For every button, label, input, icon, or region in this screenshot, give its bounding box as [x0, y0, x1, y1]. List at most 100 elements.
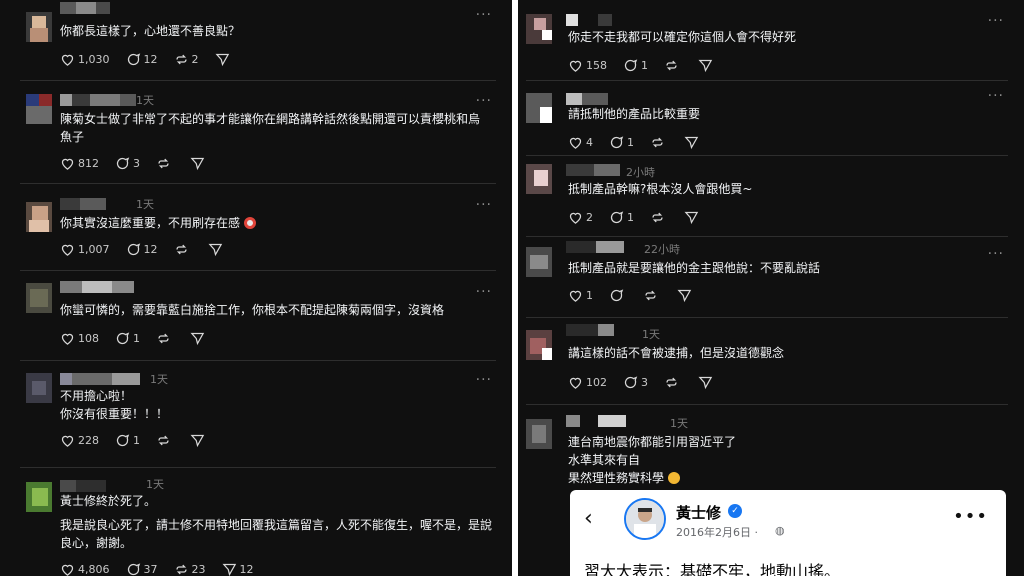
comment-icon — [624, 376, 638, 389]
reply-button[interactable]: 3 — [115, 156, 140, 171]
smile-emoji-icon — [667, 472, 680, 484]
like-button[interactable]: 102 — [568, 375, 607, 390]
avatar[interactable] — [26, 373, 52, 403]
back-arrow-icon[interactable]: ‹ — [584, 506, 593, 531]
share-button[interactable] — [207, 242, 226, 257]
repost-icon — [158, 435, 169, 446]
reply-button[interactable] — [609, 288, 627, 303]
share-button[interactable] — [677, 288, 695, 303]
share-button[interactable] — [190, 331, 208, 346]
like-count: 1,030 — [78, 53, 110, 66]
comment-icon — [610, 289, 624, 302]
reply-count: 37 — [143, 563, 158, 576]
post-body: 習大大表示：基礎不牢，地動山搖。 — [584, 562, 841, 576]
more-icon[interactable]: ··· — [476, 198, 492, 212]
share-button[interactable] — [698, 375, 716, 390]
username-blurred[interactable] — [60, 2, 110, 14]
more-options-icon[interactable]: ••• — [953, 508, 988, 526]
repost-button[interactable] — [156, 433, 174, 448]
like-button[interactable]: 228 — [60, 433, 99, 448]
avatar[interactable] — [26, 94, 52, 124]
post-date[interactable]: 2016年2月6日 · — [676, 524, 758, 540]
share-button[interactable]: 12 — [221, 562, 254, 576]
reply-button[interactable]: 1 — [115, 433, 140, 448]
share-button[interactable] — [684, 210, 702, 225]
share-button[interactable] — [684, 135, 702, 150]
more-icon[interactable]: ··· — [988, 89, 1004, 103]
share-button[interactable] — [190, 433, 208, 448]
repost-icon — [158, 158, 169, 169]
username-blurred[interactable] — [566, 14, 612, 26]
repost-button[interactable] — [650, 210, 668, 225]
avatar[interactable] — [526, 14, 552, 44]
more-icon[interactable]: ··· — [476, 8, 492, 22]
repost-button[interactable] — [643, 288, 661, 303]
repost-button[interactable]: 2 — [174, 52, 199, 67]
username-blurred[interactable] — [566, 415, 626, 427]
reply-count: 3 — [133, 157, 140, 170]
avatar[interactable] — [26, 482, 52, 512]
avatar[interactable] — [526, 330, 552, 360]
more-icon[interactable]: ··· — [476, 285, 492, 299]
repost-button[interactable]: 23 — [174, 562, 206, 576]
reply-button[interactable]: 12 — [126, 242, 158, 257]
comment: 1天 黃士修終於死了。 我是說良心死了，請士修不用特地回覆我這篇留言，人死不能復… — [0, 468, 512, 576]
like-button[interactable]: 108 — [60, 331, 99, 346]
avatar[interactable] — [526, 93, 552, 123]
like-button[interactable]: 158 — [568, 58, 607, 73]
like-button[interactable]: 812 — [60, 156, 99, 171]
reply-button[interactable]: 1 — [609, 135, 634, 150]
avatar[interactable] — [526, 164, 552, 194]
reply-button[interactable]: 1 — [115, 331, 140, 346]
like-button[interactable]: 1,030 — [60, 52, 110, 67]
avatar[interactable] — [26, 12, 52, 42]
like-button[interactable]: 4,806 — [60, 562, 110, 576]
more-icon[interactable]: ··· — [988, 247, 1004, 261]
avatar[interactable] — [526, 247, 552, 277]
more-icon[interactable]: ··· — [476, 94, 492, 108]
reply-count: 1 — [133, 434, 140, 447]
username-blurred[interactable] — [566, 324, 614, 336]
avatar[interactable] — [26, 202, 52, 232]
repost-button[interactable] — [156, 156, 174, 171]
repost-icon — [652, 212, 663, 223]
repost-button[interactable] — [174, 242, 192, 257]
more-icon[interactable]: ··· — [476, 373, 492, 387]
username-blurred[interactable] — [566, 164, 620, 176]
like-button[interactable]: 2 — [568, 210, 593, 225]
username-blurred[interactable] — [60, 94, 136, 106]
repost-button[interactable] — [650, 135, 668, 150]
like-button[interactable]: 1,007 — [60, 242, 110, 257]
username-blurred[interactable] — [566, 93, 608, 105]
profile-avatar[interactable] — [624, 498, 666, 540]
comment-icon — [610, 211, 624, 224]
username-blurred[interactable] — [60, 373, 140, 385]
like-button[interactable]: 1 — [568, 288, 593, 303]
share-button[interactable] — [214, 52, 233, 67]
username-blurred[interactable] — [566, 241, 624, 253]
timestamp: 1天 — [136, 198, 154, 211]
reply-button[interactable]: 1 — [609, 210, 634, 225]
username-blurred[interactable] — [60, 198, 106, 210]
share-button[interactable] — [698, 58, 716, 73]
action-bar: 102 3 — [568, 375, 732, 390]
reply-button[interactable]: 3 — [623, 375, 648, 390]
more-icon[interactable]: ··· — [988, 14, 1004, 28]
repost-button[interactable] — [664, 375, 682, 390]
share-button[interactable] — [190, 156, 208, 171]
repost-button[interactable] — [664, 58, 682, 73]
avatar[interactable] — [526, 419, 552, 449]
repost-button[interactable] — [156, 331, 174, 346]
reply-button[interactable]: 12 — [126, 52, 158, 67]
username-blurred[interactable] — [60, 480, 106, 492]
left-thread-panel: ··· 你都長這樣了，心地還不善良點？ 1,030 12 2 1天 ··· 陳菊… — [0, 0, 512, 576]
verified-badge-icon: ✓ — [728, 504, 742, 518]
reply-button[interactable]: 37 — [126, 562, 158, 576]
avatar[interactable] — [26, 283, 52, 313]
username-blurred[interactable] — [60, 281, 134, 293]
repost-icon — [666, 377, 677, 388]
like-button[interactable]: 4 — [568, 135, 593, 150]
reply-button[interactable]: 1 — [623, 58, 648, 73]
profile-name[interactable]: 黃士修 — [676, 502, 721, 523]
send-icon — [684, 211, 699, 225]
